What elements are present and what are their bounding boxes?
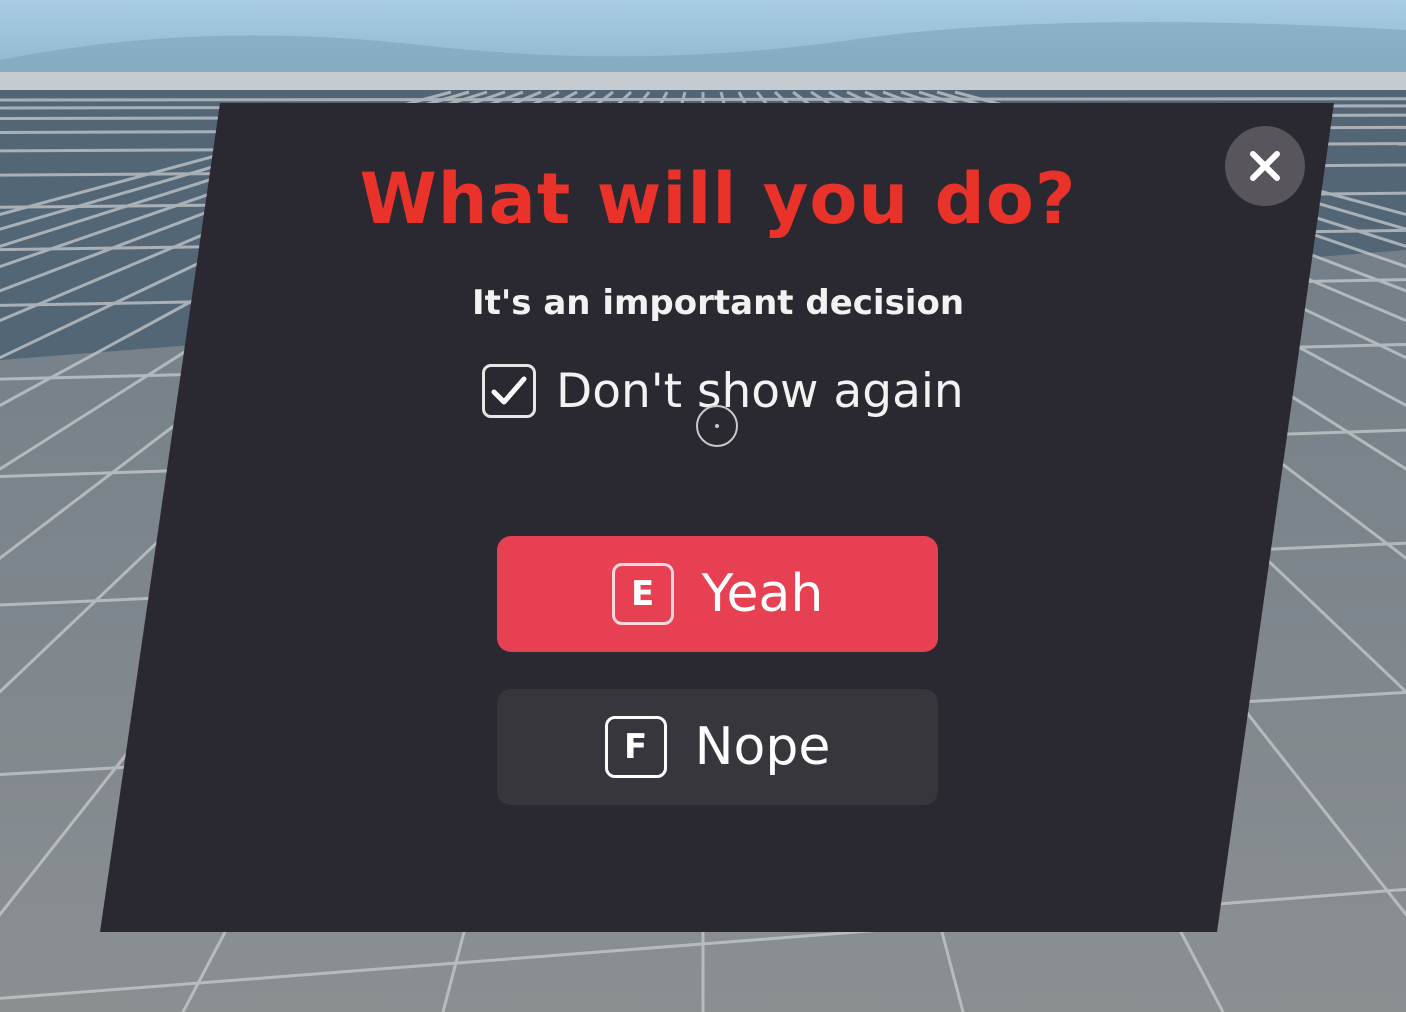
grid-line xyxy=(0,97,1406,102)
dialog-subtitle: It's an important decision xyxy=(471,283,965,323)
yeah-button[interactable]: E Yeah xyxy=(497,536,938,652)
checkmark-icon xyxy=(491,376,527,405)
key-f-icon: F xyxy=(604,716,667,778)
nope-button[interactable]: F Nope xyxy=(497,689,938,805)
crosshair-cursor-icon xyxy=(696,405,738,447)
nope-button-label: Nope xyxy=(694,717,831,777)
horizon-band xyxy=(0,72,1406,92)
key-e-icon: E xyxy=(611,563,674,625)
dialog-title: What will you do? xyxy=(359,158,1077,240)
close-icon xyxy=(1250,151,1280,181)
dont-show-again-label: Don't show again xyxy=(556,363,964,419)
dont-show-again-checkbox[interactable] xyxy=(482,364,536,418)
crosshair-dot xyxy=(715,424,719,428)
game-scene: What will you do? It's an important deci… xyxy=(0,0,1406,1012)
yeah-button-label: Yeah xyxy=(701,564,824,624)
close-button[interactable] xyxy=(1225,126,1305,206)
